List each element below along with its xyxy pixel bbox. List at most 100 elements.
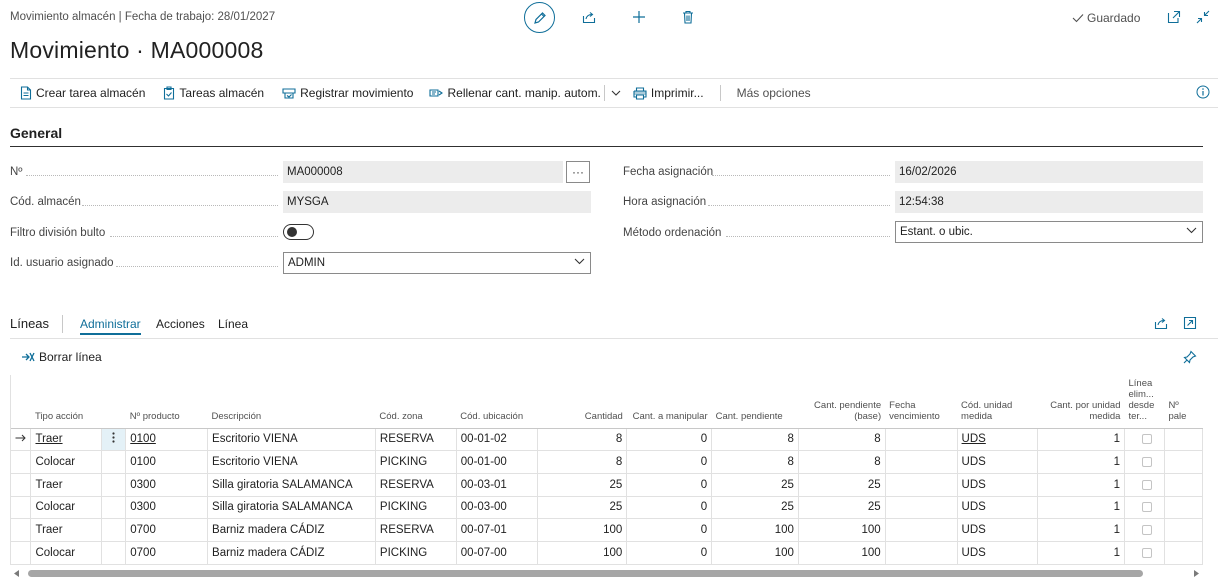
- cell-breakbulk-line[interactable]: [1124, 473, 1165, 497]
- checkbox[interactable]: [1141, 457, 1152, 467]
- cell-breakbulk-line[interactable]: [1124, 541, 1165, 565]
- cell-qty-to-handle[interactable]: 0: [626, 541, 713, 565]
- cell-expiration-date[interactable]: [885, 496, 958, 520]
- cell-item-no[interactable]: 0100: [125, 450, 209, 474]
- cell-zone[interactable]: PICKING: [375, 541, 457, 565]
- cell-qty-outstanding-base[interactable]: 100: [798, 518, 886, 542]
- create-warehouse-task-button[interactable]: Crear tarea almacén: [20, 79, 145, 107]
- cell-pallet[interactable]: [1164, 450, 1203, 474]
- cell-zone[interactable]: RESERVA: [375, 518, 457, 542]
- col-breakbulk-line[interactable]: Línea elim... desde ter...: [1124, 375, 1165, 429]
- cell-breakbulk-line[interactable]: [1124, 450, 1165, 474]
- cell-breakbulk-line[interactable]: [1124, 518, 1165, 542]
- register-movement-button[interactable]: Registrar movimiento: [282, 79, 413, 107]
- table-row[interactable]: Traer 0100 Escritorio VIENA RESERVA 00-0…: [11, 428, 1203, 452]
- cell-description[interactable]: Barniz madera CÁDIZ: [207, 518, 376, 542]
- table-row[interactable]: Colocar 0300 Silla giratoria SALAMANCA P…: [11, 496, 1203, 520]
- personalize-button[interactable]: [1179, 346, 1201, 368]
- cell-zone[interactable]: RESERVA: [375, 428, 457, 452]
- cell-action-type[interactable]: Colocar: [30, 496, 103, 520]
- cell-uom[interactable]: UDS: [957, 496, 1039, 520]
- cell-action-type[interactable]: Traer: [30, 428, 103, 452]
- cell-quantity[interactable]: 100: [537, 518, 628, 542]
- checkbox[interactable]: [1141, 547, 1152, 558]
- assist-edit-button[interactable]: ···: [566, 161, 590, 183]
- cell-breakbulk-line[interactable]: [1124, 428, 1165, 452]
- assigned-user-select[interactable]: ADMIN: [283, 252, 591, 274]
- cell-qty-per-uom[interactable]: 1: [1037, 496, 1125, 520]
- table-row[interactable]: Traer 0300 Silla giratoria SALAMANCA RES…: [11, 473, 1203, 497]
- cell-item-no[interactable]: 0100: [125, 428, 209, 452]
- autofill-dropdown-button[interactable]: [611, 79, 621, 107]
- cell-description[interactable]: Escritorio VIENA: [207, 428, 376, 452]
- cell-qty-per-uom[interactable]: 1: [1037, 473, 1125, 497]
- row-menu-button[interactable]: [101, 428, 127, 452]
- cell-breakbulk-line[interactable]: [1124, 496, 1165, 520]
- cell-item-no[interactable]: 0700: [125, 541, 209, 565]
- cell-quantity[interactable]: 25: [537, 473, 628, 497]
- row-menu-cell[interactable]: [101, 450, 127, 474]
- cell-quantity[interactable]: 25: [537, 496, 628, 520]
- edit-button[interactable]: [524, 2, 555, 33]
- assign-date-field[interactable]: 16/02/2026: [895, 161, 1203, 183]
- cell-quantity[interactable]: 8: [537, 450, 628, 474]
- cell-bin[interactable]: 00-03-00: [456, 496, 538, 520]
- cell-bin[interactable]: 00-01-00: [456, 450, 538, 474]
- cell-zone[interactable]: PICKING: [375, 496, 457, 520]
- cell-expiration-date[interactable]: [885, 450, 958, 474]
- cell-qty-to-handle[interactable]: 0: [626, 428, 713, 452]
- assign-time-field[interactable]: 12:54:38: [895, 191, 1203, 213]
- col-uom[interactable]: Cód. unidad medida: [957, 375, 1038, 429]
- cell-item-no[interactable]: 0700: [125, 518, 209, 542]
- col-qty-to-handle[interactable]: Cant. a manipular: [626, 375, 712, 429]
- cell-pallet[interactable]: [1164, 518, 1203, 542]
- cell-description[interactable]: Barniz madera CÁDIZ: [207, 541, 376, 565]
- table-row[interactable]: Colocar 0100 Escritorio VIENA PICKING 00…: [11, 450, 1203, 474]
- cell-qty-outstanding[interactable]: 8: [711, 450, 799, 474]
- cell-qty-outstanding[interactable]: 25: [711, 496, 799, 520]
- col-qty-outstanding[interactable]: Cant. pendiente: [711, 375, 799, 429]
- cell-quantity[interactable]: 100: [537, 541, 628, 565]
- print-button[interactable]: Imprimir...: [633, 79, 704, 107]
- cell-description[interactable]: Escritorio VIENA: [207, 450, 376, 474]
- cell-pallet[interactable]: [1164, 473, 1203, 497]
- cell-item-no[interactable]: 0300: [125, 496, 209, 520]
- cell-pallet[interactable]: [1164, 541, 1203, 565]
- cell-uom[interactable]: UDS: [957, 518, 1039, 542]
- cell-uom[interactable]: UDS: [957, 428, 1039, 452]
- cell-qty-to-handle[interactable]: 0: [626, 496, 713, 520]
- cell-qty-outstanding-base[interactable]: 25: [798, 496, 886, 520]
- cell-qty-per-uom[interactable]: 1: [1037, 428, 1125, 452]
- col-expiration-date[interactable]: Fecha vencimiento: [885, 375, 958, 429]
- row-menu-cell[interactable]: [101, 496, 127, 520]
- col-pallet[interactable]: Nº pale: [1164, 375, 1203, 429]
- col-item-no[interactable]: Nº producto: [125, 375, 208, 429]
- col-qty-outstanding-base[interactable]: Cant. pendiente (base): [798, 375, 886, 429]
- scroll-right-icon[interactable]: [1193, 570, 1199, 577]
- cell-qty-to-handle[interactable]: 0: [626, 450, 713, 474]
- scrollbar-thumb[interactable]: [28, 570, 1143, 577]
- cell-action-type[interactable]: Colocar: [30, 541, 103, 565]
- table-row[interactable]: Colocar 0700 Barniz madera CÁDIZ PICKING…: [11, 541, 1203, 565]
- breakbulk-toggle[interactable]: [283, 224, 314, 240]
- cell-zone[interactable]: PICKING: [375, 450, 457, 474]
- table-row[interactable]: Traer 0700 Barniz madera CÁDIZ RESERVA 0…: [11, 518, 1203, 542]
- cell-bin[interactable]: 00-07-00: [456, 541, 538, 565]
- share-button[interactable]: [578, 6, 600, 28]
- tab-administrar[interactable]: Administrar: [80, 317, 141, 335]
- col-quantity[interactable]: Cantidad: [537, 375, 627, 429]
- checkbox[interactable]: [1141, 479, 1152, 490]
- lines-expand-button[interactable]: [1179, 312, 1201, 334]
- cell-qty-outstanding-base[interactable]: 25: [798, 473, 886, 497]
- more-options-button[interactable]: Más opciones: [737, 79, 811, 107]
- no-field[interactable]: MA000008: [283, 161, 563, 183]
- open-new-window-button[interactable]: [1163, 6, 1185, 28]
- cell-expiration-date[interactable]: [885, 541, 958, 565]
- cell-qty-outstanding-base[interactable]: 8: [798, 428, 886, 452]
- cell-qty-outstanding[interactable]: 8: [711, 428, 799, 452]
- cell-qty-outstanding-base[interactable]: 100: [798, 541, 886, 565]
- cell-expiration-date[interactable]: [885, 428, 958, 452]
- cell-qty-outstanding[interactable]: 100: [711, 541, 799, 565]
- cell-qty-per-uom[interactable]: 1: [1037, 518, 1125, 542]
- cell-bin[interactable]: 00-01-02: [456, 428, 538, 452]
